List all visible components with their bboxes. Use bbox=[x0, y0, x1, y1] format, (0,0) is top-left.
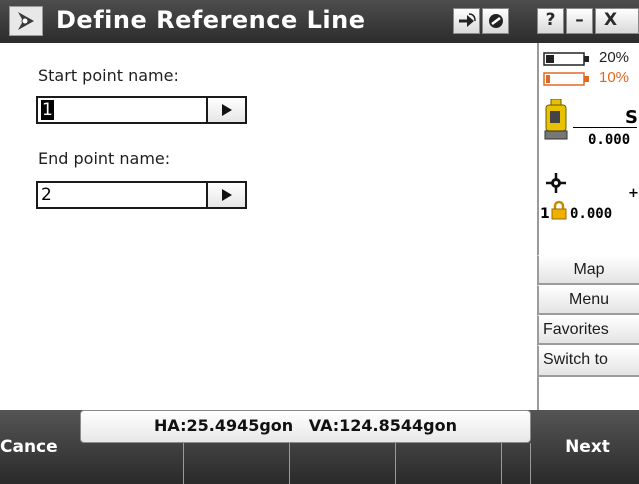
start-point-field[interactable]: 1 bbox=[36, 96, 247, 124]
end-point-field[interactable]: 2 bbox=[36, 181, 247, 209]
play-arrow-icon bbox=[222, 104, 232, 116]
next-button[interactable]: Next bbox=[536, 410, 639, 484]
end-point-label: End point name: bbox=[38, 149, 171, 168]
end-point-value: 2 bbox=[41, 185, 52, 205]
settings-icon[interactable] bbox=[482, 8, 509, 34]
window-title: Define Reference Line bbox=[56, 6, 366, 34]
softkey-slot-4[interactable] bbox=[396, 443, 502, 484]
battery-1-percent: 20% bbox=[599, 49, 630, 66]
target-value: 0.000 bbox=[570, 206, 613, 222]
menu-button[interactable]: Menu bbox=[537, 285, 639, 315]
end-point-picker-button[interactable] bbox=[206, 183, 245, 207]
target-offset: +0 bbox=[628, 186, 639, 201]
softkey-slot-5[interactable] bbox=[502, 443, 531, 484]
start-point-label: Start point name: bbox=[38, 66, 179, 85]
battery-status-1: 20% bbox=[543, 49, 639, 69]
target-prism-icon bbox=[546, 173, 566, 193]
battery-low-icon bbox=[543, 72, 589, 86]
vertical-angle: VA:124.8544gon bbox=[308, 416, 457, 435]
instrument-icon bbox=[544, 99, 568, 140]
battery-icon bbox=[543, 52, 589, 66]
horizontal-angle: HA:25.4945gon bbox=[154, 416, 294, 435]
map-button[interactable]: Map bbox=[537, 255, 639, 285]
instrument-value: 0.000 bbox=[588, 132, 631, 148]
close-button[interactable]: X bbox=[595, 8, 639, 34]
switch-to-button[interactable]: Switch to bbox=[537, 345, 639, 377]
battery-2-percent: 10% bbox=[599, 69, 630, 86]
minimize-button[interactable]: – bbox=[566, 8, 593, 34]
instrument-label: S bbox=[625, 107, 638, 128]
instrument-divider bbox=[573, 127, 637, 128]
angle-readout: HA:25.4945gon VA:124.8544gon bbox=[80, 410, 531, 443]
play-arrow-icon bbox=[222, 189, 232, 201]
softkey-slot-1[interactable] bbox=[80, 443, 184, 484]
softkey-slot-3[interactable] bbox=[290, 443, 396, 484]
battery-status-2: 10% bbox=[543, 69, 639, 89]
lock-icon bbox=[551, 200, 567, 220]
side-panel-filler bbox=[537, 377, 639, 410]
title-bar: Define Reference Line ? – X bbox=[0, 0, 639, 43]
start-point-picker-button[interactable] bbox=[206, 98, 245, 122]
form-panel: Start point name: 1 End point name: 2 bbox=[0, 43, 530, 410]
softkey-slot-2[interactable] bbox=[184, 443, 290, 484]
favorites-button[interactable]: Favorites bbox=[537, 315, 639, 345]
help-button[interactable]: ? bbox=[537, 8, 564, 34]
import-arrow-icon[interactable] bbox=[453, 8, 480, 34]
status-panel[interactable]: 20% 10% S 0.000 +0 1 0.000 bbox=[537, 43, 639, 255]
compass-rose-icon[interactable] bbox=[9, 6, 43, 36]
cancel-button[interactable]: Cance bbox=[0, 410, 78, 484]
start-point-value: 1 bbox=[41, 100, 54, 120]
target-number: 1 bbox=[540, 206, 550, 222]
